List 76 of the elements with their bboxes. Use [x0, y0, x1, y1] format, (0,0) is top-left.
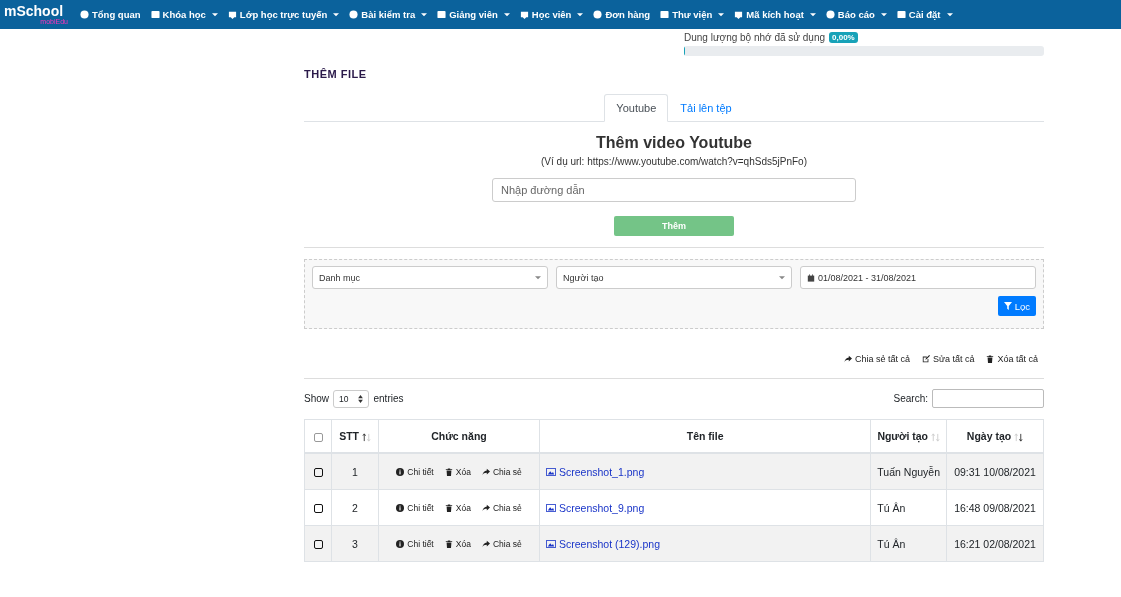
- file-link[interactable]: Screenshot (129).png: [546, 537, 660, 550]
- file-link[interactable]: Screenshot_9.png: [546, 501, 645, 514]
- creator-name: Tú Ân: [877, 501, 906, 514]
- bulk-action-link[interactable]: Sửa tất cả: [921, 354, 975, 364]
- share-icon: [481, 539, 490, 548]
- date-range-field[interactable]: 01/08/2021 - 31/08/2021: [800, 266, 1036, 289]
- section-title: THÊM FILE: [304, 68, 368, 80]
- info-icon: [396, 467, 405, 476]
- dropdown-icon: [779, 275, 785, 280]
- nav-menu-item[interactable]: Lớp học trực tuyến: [227, 9, 340, 20]
- nav-menu-item[interactable]: Tổng quan: [80, 9, 141, 20]
- form-heading: Thêm video Youtube: [596, 134, 752, 152]
- row-action-link[interactable]: Chi tiết: [396, 466, 434, 477]
- row-action-link[interactable]: Chia sẻ: [481, 502, 522, 513]
- funnel-icon: [1003, 302, 1012, 310]
- show-label: Show: [304, 393, 329, 404]
- share-icon: [481, 503, 490, 512]
- row-number: 2: [352, 501, 358, 514]
- row-action-link[interactable]: Xóa: [444, 502, 471, 513]
- nav-menu-item[interactable]: Giảng viên: [437, 9, 510, 20]
- image-icon: [546, 503, 556, 512]
- bulk-action-link[interactable]: Chia sẻ tất cả: [843, 354, 910, 364]
- creator-name: Tú Ân: [877, 537, 906, 550]
- nav-menu-item[interactable]: Khóa học: [150, 9, 218, 20]
- row-checkbox[interactable]: [313, 540, 323, 550]
- spinner-arrows-icon: [358, 394, 364, 403]
- storage-label: Dung lượng bộ nhớ đã sử dụng: [684, 31, 826, 43]
- dropdown-icon: [535, 275, 541, 280]
- row-number: 3: [352, 537, 358, 550]
- image-icon: [546, 467, 556, 476]
- created-date: 16:48 09/08/2021: [954, 501, 1036, 514]
- row-action-link[interactable]: Xóa: [444, 466, 471, 477]
- file-link[interactable]: Screenshot_1.png: [546, 465, 645, 478]
- tab[interactable]: Tải lên tệp: [668, 94, 744, 122]
- share-icon: [481, 467, 490, 476]
- info-icon: [396, 503, 405, 512]
- bulk-action-link[interactable]: Xóa tất cả: [986, 354, 1038, 364]
- row-action-link[interactable]: Chi tiết: [396, 538, 434, 549]
- share-icon: [843, 355, 852, 363]
- nav-menu-item[interactable]: Báo cáo: [825, 9, 887, 20]
- image-icon: [546, 539, 556, 548]
- nav-menu-item[interactable]: Bài kiểm tra: [349, 9, 428, 20]
- created-date: 09:31 10/08/2021: [954, 465, 1036, 478]
- info-icon: [396, 539, 405, 548]
- filter-button[interactable]: Lọc: [997, 296, 1036, 316]
- row-number: 1: [352, 465, 358, 478]
- nav-menu-item[interactable]: Đơn hàng: [593, 9, 651, 20]
- url-example: (Ví dụ url: https://www.youtube.com/watch?v=qhSds5jPnFo): [541, 156, 807, 167]
- nav-menu-item[interactable]: Mã kích hoạt: [734, 9, 816, 20]
- nav-menu-item[interactable]: Cài đặt: [896, 9, 953, 20]
- creator-name: Tuấn Nguyễn: [877, 465, 940, 478]
- usage-badge: 0,00%: [829, 31, 858, 43]
- row-action-link[interactable]: Chia sẻ: [481, 538, 522, 549]
- search-label: Search:: [893, 393, 928, 404]
- category-select[interactable]: Danh mục: [312, 266, 548, 289]
- trash-icon: [444, 467, 453, 476]
- nav-menu-item[interactable]: Học viên: [519, 9, 584, 20]
- trash-icon: [444, 503, 453, 512]
- edit-icon: [921, 355, 930, 363]
- select-all-checkbox[interactable]: [313, 432, 323, 442]
- row-checkbox[interactable]: [313, 468, 323, 478]
- entries-label: entries: [373, 393, 404, 404]
- search-field[interactable]: [932, 389, 1044, 408]
- trash-icon: [444, 539, 453, 548]
- created-date: 16:21 02/08/2021: [954, 537, 1036, 550]
- row-action-link[interactable]: Chi tiết: [396, 502, 434, 513]
- nav-menu-item[interactable]: Thư viện: [660, 9, 725, 20]
- row-action-link[interactable]: Chia sẻ: [481, 466, 522, 477]
- creator-select[interactable]: Người tạo: [556, 266, 792, 289]
- page-size-select[interactable]: 10: [333, 389, 370, 408]
- url-field[interactable]: Nhập đường dẫn: [492, 178, 856, 202]
- tab[interactable]: Youtube: [604, 94, 669, 122]
- trash-icon: [986, 355, 995, 363]
- row-checkbox[interactable]: [313, 504, 323, 514]
- calendar-icon: [807, 273, 815, 282]
- row-action-link[interactable]: Xóa: [444, 538, 471, 549]
